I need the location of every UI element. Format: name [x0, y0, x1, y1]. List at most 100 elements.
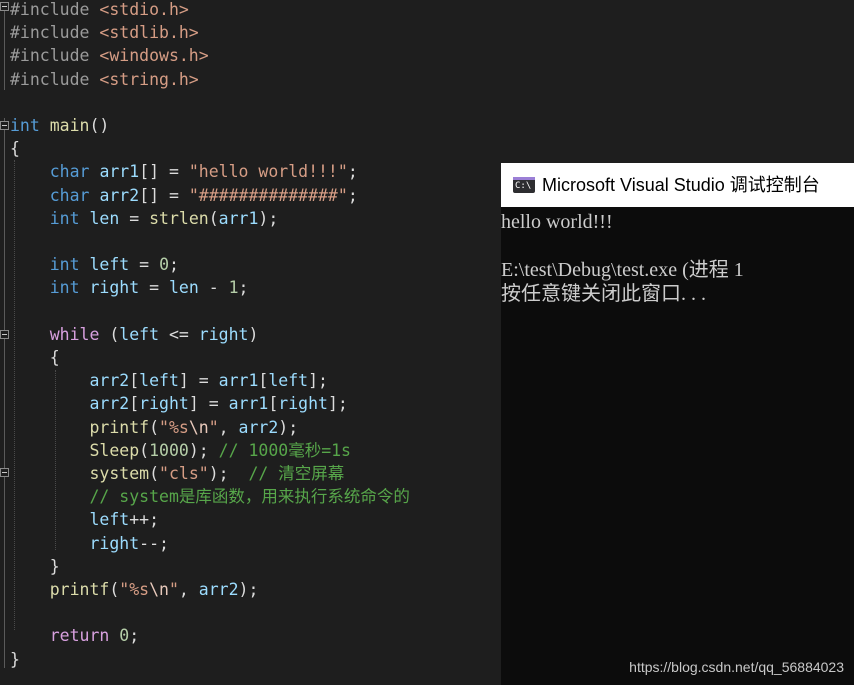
code-token: left [139, 371, 179, 391]
code-token: len [89, 208, 120, 228]
fold-toggle-icon[interactable] [0, 121, 9, 130]
code-token: "%s [119, 580, 150, 599]
code-token: #include [10, 0, 100, 19]
code-token: \n [188, 417, 209, 437]
code-token: arr2 [89, 394, 130, 414]
code-line[interactable]: #include <windows.h> [10, 44, 209, 67]
code-line[interactable]: { [10, 137, 20, 160]
code-line[interactable]: int right = len - 1; [10, 276, 249, 299]
code-line[interactable]: left++; [10, 508, 159, 531]
code-token: ]; [308, 371, 328, 391]
code-line[interactable]: char arr2[] = "##############"; [10, 184, 358, 207]
code-line[interactable]: right--; [10, 532, 169, 555]
code-token: ( [149, 417, 160, 437]
code-line[interactable]: printf("%s\n", arr2); [10, 416, 298, 439]
code-line[interactable]: { [10, 346, 60, 369]
code-token: { [10, 139, 20, 159]
console-title-bar[interactable]: C:\ Microsoft Visual Studio 调试控制台 [501, 163, 854, 207]
code-token: left [119, 324, 160, 344]
code-token: right [198, 324, 249, 344]
code-token: ( [109, 580, 120, 599]
code-token: #include [10, 69, 100, 89]
code-token: [] = [139, 185, 189, 205]
code-token: while [49, 324, 100, 344]
console-output-line: hello world!!! [501, 211, 613, 233]
code-token: ; [238, 278, 249, 298]
code-token: () [89, 116, 110, 135]
code-line[interactable]: arr2[left] = arr1[left]; [10, 369, 328, 392]
code-line[interactable]: } [10, 555, 60, 578]
console-icon-glyph: C:\ [515, 181, 532, 191]
code-token: " [208, 417, 219, 437]
watermark-text: https://blog.csdn.net/qq_56884023 [629, 659, 844, 675]
code-line[interactable]: system("cls"); // 清空屏幕 [10, 462, 344, 485]
code-token: #include [10, 23, 100, 43]
debug-console-window[interactable]: C:\ Microsoft Visual Studio 调试控制台 hello … [501, 163, 854, 685]
code-token: Sleep [89, 440, 140, 460]
code-token: char [49, 162, 90, 182]
code-token: [ [268, 394, 279, 414]
code-token: ] = [178, 371, 219, 391]
code-line[interactable]: Sleep(1000); // 1000毫秒=1s [10, 439, 351, 462]
code-token: left [268, 371, 309, 391]
fold-toggle-icon[interactable] [0, 468, 9, 477]
code-line[interactable]: } [10, 648, 20, 671]
code-token: <windows.h> [99, 46, 209, 66]
code-token: " [168, 580, 179, 599]
code-line[interactable]: int left = 0; [10, 253, 179, 276]
code-line[interactable]: #include <stdio.h> [10, 0, 189, 21]
code-token: main [49, 116, 90, 135]
code-token: --; [139, 533, 169, 553]
code-line[interactable]: #include <stdlib.h> [10, 21, 199, 44]
code-token: = [119, 208, 150, 228]
code-token: "%s [159, 417, 189, 437]
code-line[interactable]: return 0; [10, 624, 139, 647]
code-token: [ [258, 371, 269, 391]
code-token: arr2 [99, 185, 140, 205]
code-token: strlen [149, 208, 209, 228]
code-token: arr1 [99, 162, 140, 182]
outline-bar [4, 118, 5, 668]
code-token: left [89, 255, 130, 275]
code-token: ]; [327, 394, 348, 414]
fold-toggle-icon[interactable] [0, 330, 9, 339]
console-output-line: 按任意键关闭此窗口. . . [501, 283, 706, 305]
code-token: right [278, 394, 328, 414]
fold-toggle-icon[interactable] [0, 2, 9, 11]
code-token: ; [347, 162, 358, 182]
code-line[interactable]: while (left <= right) [10, 323, 259, 346]
code-line[interactable]: #include <string.h> [10, 68, 199, 91]
code-line[interactable]: char arr1[] = "hello world!!!"; [10, 160, 358, 183]
code-token: arr2 [89, 371, 130, 391]
code-token: } [10, 556, 60, 576]
code-token: char [49, 185, 90, 205]
code-token: 0 [159, 255, 169, 275]
code-token: right [89, 278, 140, 298]
code-token: ; [129, 626, 140, 646]
code-line[interactable]: printf("%s\n", arr2); [10, 578, 259, 601]
code-line[interactable]: int main() [10, 114, 109, 137]
code-line[interactable]: arr2[right] = arr1[right]; [10, 392, 348, 415]
code-token: ( [99, 324, 120, 344]
code-line[interactable]: // system是库函数，用来执行系统命令的 [10, 485, 409, 508]
code-token: <stdio.h> [99, 0, 189, 19]
code-token: "##############" [188, 185, 348, 205]
code-token: left [89, 510, 130, 530]
code-token: arr1 [218, 371, 259, 391]
code-token: ); [278, 417, 299, 437]
code-token: [ [129, 394, 140, 414]
code-line[interactable]: int len = strlen(arr1); [10, 207, 279, 230]
code-token: printf [89, 417, 150, 437]
code-token: right [89, 533, 140, 553]
